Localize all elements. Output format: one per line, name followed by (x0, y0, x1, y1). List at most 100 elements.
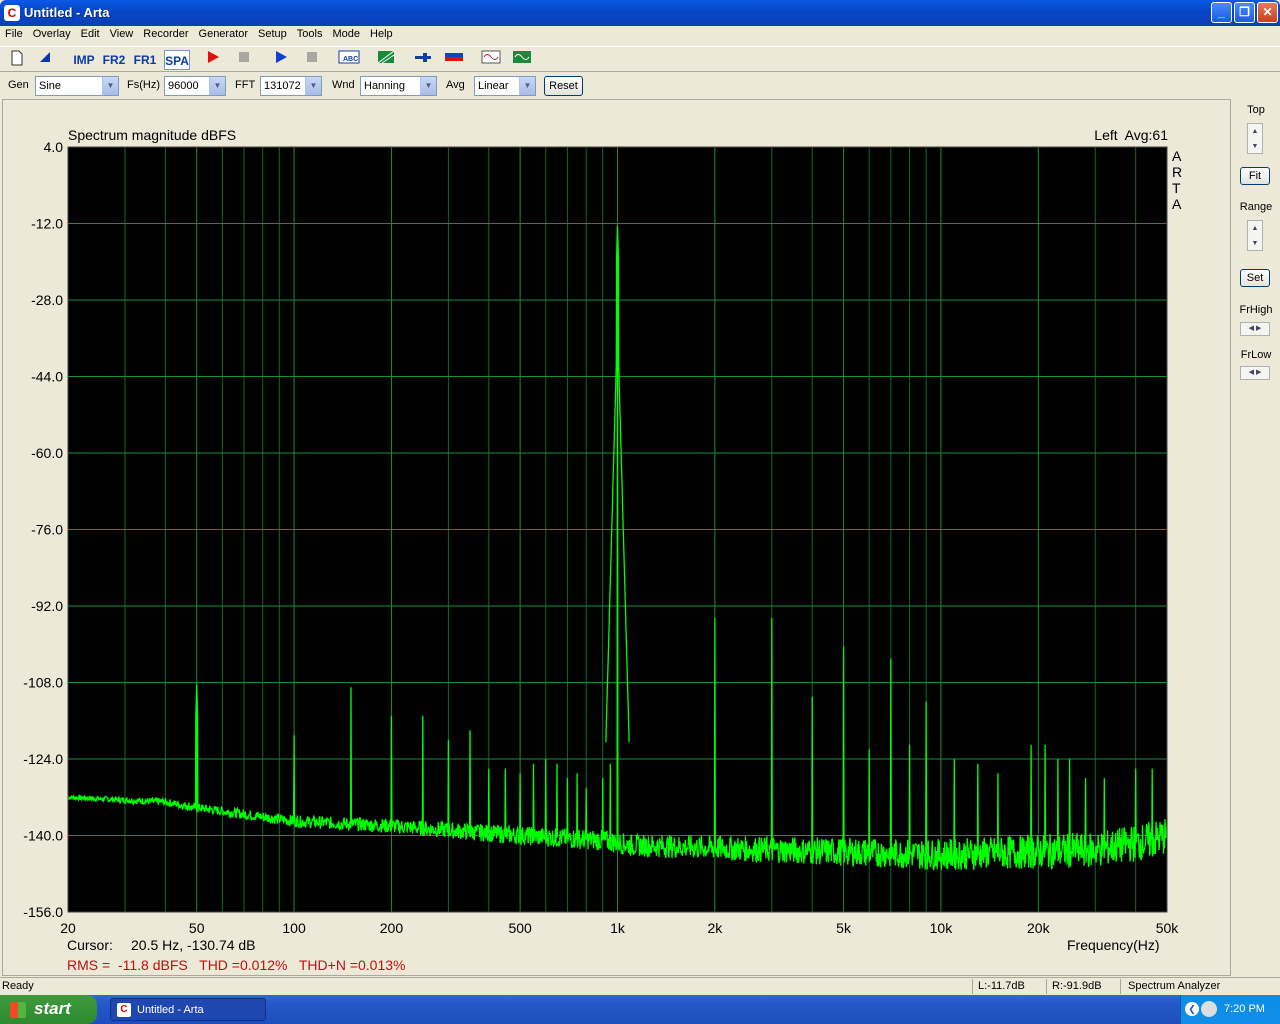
menu-view[interactable]: View (105, 26, 139, 40)
status-left-level: L:-11.7dB (978, 980, 1025, 992)
samplerate-select[interactable]: 96000 ▼ (164, 76, 226, 96)
chevron-down-icon[interactable]: ▼ (519, 77, 535, 95)
oscilloscope-icon[interactable] (511, 50, 533, 70)
status-ready: Ready (2, 980, 34, 992)
title-bar[interactable]: C Untitled - Arta _ ❐ ✕ (0, 0, 1280, 26)
cursor-label: Cursor: (67, 937, 113, 953)
x-tick-label: 2k (707, 920, 723, 936)
stop-icon[interactable] (233, 50, 255, 70)
toolbar: IMP FR2 FR1 SPA ABC (0, 46, 1280, 72)
network-icon[interactable] (1201, 1001, 1217, 1017)
abc-icon[interactable]: ABC (338, 50, 360, 70)
fr1-mode-button[interactable]: FR1 (133, 50, 157, 70)
frhigh-spinner[interactable]: ◀ ▶ (1240, 322, 1270, 336)
samplerate-value: 96000 (168, 80, 199, 92)
spa-mode-button[interactable]: SPA (164, 50, 190, 70)
top-spinner[interactable]: ▲ ▼ (1247, 123, 1263, 154)
arta-watermark: ARTA (1172, 148, 1183, 212)
taskbar: start C Untitled - Arta ❮ 7:20 PM (0, 995, 1280, 1024)
range-spinner[interactable]: ▲ ▼ (1247, 220, 1263, 251)
restore-button[interactable]: ❐ (1234, 2, 1255, 23)
menu-bar: File Overlay Edit View Recorder Generator Setu… (0, 26, 1280, 44)
averaging-select[interactable]: Linear ▼ (474, 76, 536, 96)
fit-button[interactable]: Fit (1240, 167, 1270, 185)
y-tick-label: -140.0 (23, 828, 63, 844)
fft-size-select[interactable]: 131072 ▼ (260, 76, 322, 96)
reset-button[interactable]: Reset (544, 76, 583, 96)
y-tick-label: 4.0 (44, 139, 64, 155)
fr2-mode-button[interactable]: FR2 (102, 50, 126, 70)
menu-overlay[interactable]: Overlay (28, 26, 76, 40)
chevron-down-icon[interactable]: ▼ (420, 77, 436, 95)
averaging-value: Linear (478, 80, 509, 92)
color-bars-icon[interactable] (443, 50, 465, 70)
avg-label: Avg (446, 79, 465, 91)
window-value: Hanning (364, 80, 405, 92)
arta-app-icon[interactable]: C (4, 5, 20, 21)
record-icon[interactable] (202, 50, 224, 70)
spectrum-chart[interactable]: 4.0 -12.0 -28.0 -44.0 -60.0 -76.0 -92.0 -108.0 -… (3, 100, 1232, 977)
y-tick-label: -60.0 (31, 445, 63, 461)
frlow-spinner[interactable]: ◀ ▶ (1240, 366, 1270, 380)
play-icon[interactable] (270, 50, 292, 70)
chevron-down-icon[interactable]: ▼ (305, 77, 321, 95)
x-tick-label: 1k (610, 920, 626, 936)
window-select[interactable]: Hanning ▼ (360, 76, 437, 96)
x-tick-label: 50 (189, 920, 205, 936)
clock: 7:20 PM (1224, 1003, 1265, 1015)
minimize-button[interactable]: _ (1211, 2, 1232, 23)
menu-file[interactable]: File (0, 26, 28, 40)
y-tick-label: -124.0 (23, 751, 63, 767)
menu-recorder[interactable]: Recorder (138, 26, 193, 40)
x-axis-label: Frequency(Hz) (1067, 937, 1160, 953)
tray-expand-icon[interactable]: ❮ (1185, 1002, 1199, 1016)
y-tick-label: -156.0 (23, 904, 63, 920)
gen-label: Gen (8, 79, 29, 91)
channel-avg-label: Left Avg:61 (1094, 127, 1168, 143)
x-tick-label: 20 (60, 920, 76, 936)
menu-mode[interactable]: Mode (327, 26, 365, 40)
x-tick-label: 10k (930, 920, 954, 936)
measurement-readout: RMS = -11.8 dBFS THD =0.012% THD+N =0.01… (67, 957, 406, 973)
new-file-icon[interactable] (6, 50, 28, 70)
plot-title: Spectrum magnitude dBFS (68, 127, 237, 143)
taskbar-item-label: Untitled - Arta (137, 1004, 204, 1016)
chevron-down-icon[interactable]: ▼ (102, 77, 118, 95)
start-label: start (34, 999, 71, 1018)
windows-logo-icon (10, 1002, 26, 1018)
open-icon[interactable] (34, 50, 56, 70)
close-button[interactable]: ✕ (1257, 2, 1278, 23)
pattern-icon[interactable] (375, 50, 397, 70)
y-axis-ticks: 4.0 -12.0 -28.0 -44.0 -60.0 -76.0 -92.0 -108.0 -… (23, 139, 63, 920)
status-bar: Ready L:-11.7dB R:-91.9dB Spectrum Analy… (0, 977, 1280, 995)
sine-wave-icon[interactable] (480, 50, 502, 70)
menu-help[interactable]: Help (365, 26, 398, 40)
stop-generator-icon[interactable] (301, 50, 323, 70)
y-tick-label: -108.0 (23, 675, 63, 691)
y-tick-label: -76.0 (31, 522, 63, 538)
slider-icon[interactable] (412, 50, 434, 70)
x-tick-label: 200 (380, 920, 404, 936)
y-tick-label: -28.0 (31, 292, 63, 308)
svg-text:ABC: ABC (343, 56, 358, 63)
status-right-level: R:-91.9dB (1052, 980, 1102, 992)
x-tick-label: 50k (1156, 920, 1180, 936)
set-button[interactable]: Set (1240, 269, 1270, 287)
range-label: Range (1239, 201, 1273, 213)
taskbar-item-arta[interactable]: C Untitled - Arta (110, 998, 266, 1021)
window-title: Untitled - Arta (24, 5, 110, 20)
generator-select[interactable]: Sine ▼ (35, 76, 119, 96)
cursor-value: 20.5 Hz, -130.74 dB (131, 937, 256, 953)
impulse-mode-button[interactable]: IMP (72, 50, 96, 70)
right-panel: Top ▲ ▼ Fit Range ▲ ▼ Set FrHigh ◀ ▶ FrLow… (1232, 99, 1280, 976)
arta-taskbar-icon: C (117, 1003, 131, 1017)
menu-tools[interactable]: Tools (292, 26, 328, 40)
chevron-down-icon[interactable]: ▼ (209, 77, 225, 95)
fft-label: FFT (235, 79, 256, 91)
menu-generator[interactable]: Generator (194, 26, 254, 40)
fft-size-value: 131072 (264, 80, 301, 92)
start-button[interactable]: start (0, 995, 97, 1024)
menu-setup[interactable]: Setup (253, 26, 292, 40)
menu-edit[interactable]: Edit (76, 26, 105, 40)
plot-panel: 4.0 -12.0 -28.0 -44.0 -60.0 -76.0 -92.0 -108.0 -… (2, 99, 1231, 976)
